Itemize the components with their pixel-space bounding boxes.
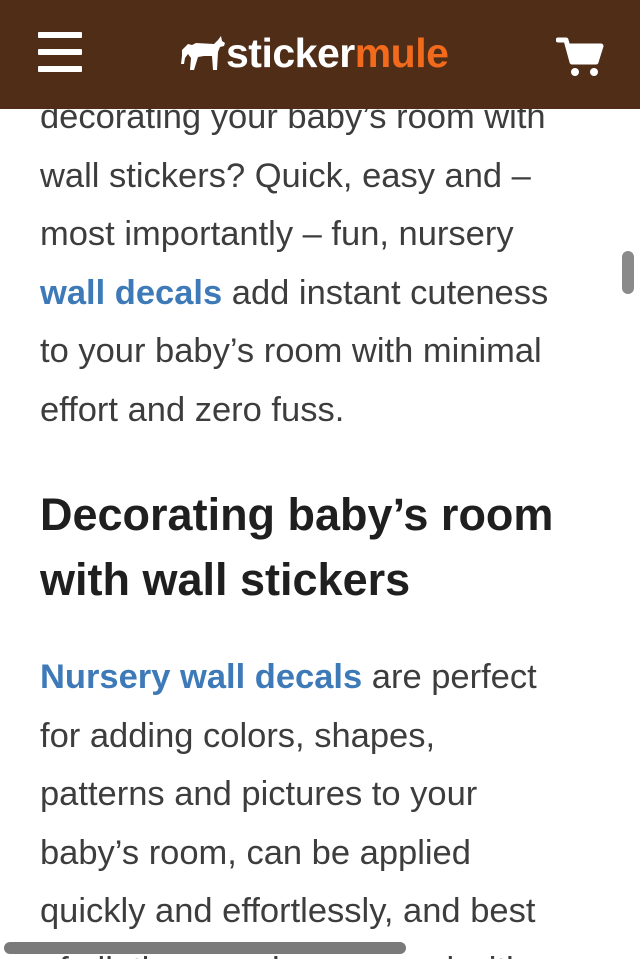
page: sticker mule decorating your baby’s room … [0, 0, 640, 959]
shopping-cart-icon[interactable] [555, 36, 604, 78]
nursery-wall-decals-link[interactable]: Nursery wall decals [40, 658, 362, 696]
text-line: quickly and effortlessly, and best [40, 892, 536, 930]
text-line: to your baby’s room with minimal [40, 332, 542, 370]
article-content: decorating your baby’s room with wall st… [40, 88, 615, 959]
text-line: most importantly – fun, nursery [40, 215, 514, 253]
horizontal-scrollbar[interactable] [4, 942, 406, 954]
site-logo[interactable]: sticker mule [180, 26, 449, 80]
site-header: sticker mule [0, 0, 640, 109]
heading-line: Decorating baby’s room [40, 489, 554, 540]
text-line: baby’s room, can be applied [40, 833, 471, 872]
mule-icon [181, 36, 225, 70]
hamburger-menu-icon[interactable] [38, 32, 82, 72]
heading-line: with wall stickers [40, 554, 411, 605]
body-paragraph: Nursery wall decals are perfect for addi… [40, 648, 615, 959]
vertical-scrollbar[interactable] [622, 251, 634, 294]
logo-text-mule: mule [354, 30, 449, 76]
text-line: patterns and pictures to your [40, 775, 478, 813]
text-line: are perfect [362, 658, 537, 696]
text-line: for adding colors, shapes, [40, 716, 436, 755]
text-line: add instant cuteness [222, 273, 549, 312]
wall-decals-link[interactable]: wall decals [40, 274, 222, 312]
logo-text-sticker: sticker [226, 30, 355, 76]
section-heading: Decorating baby’s room with wall sticker… [40, 482, 615, 612]
text-line: effort and zero fuss. [40, 390, 345, 429]
text-line: wall stickers? Quick, easy and – [40, 156, 531, 195]
intro-paragraph: decorating your baby’s room with wall st… [40, 88, 615, 439]
